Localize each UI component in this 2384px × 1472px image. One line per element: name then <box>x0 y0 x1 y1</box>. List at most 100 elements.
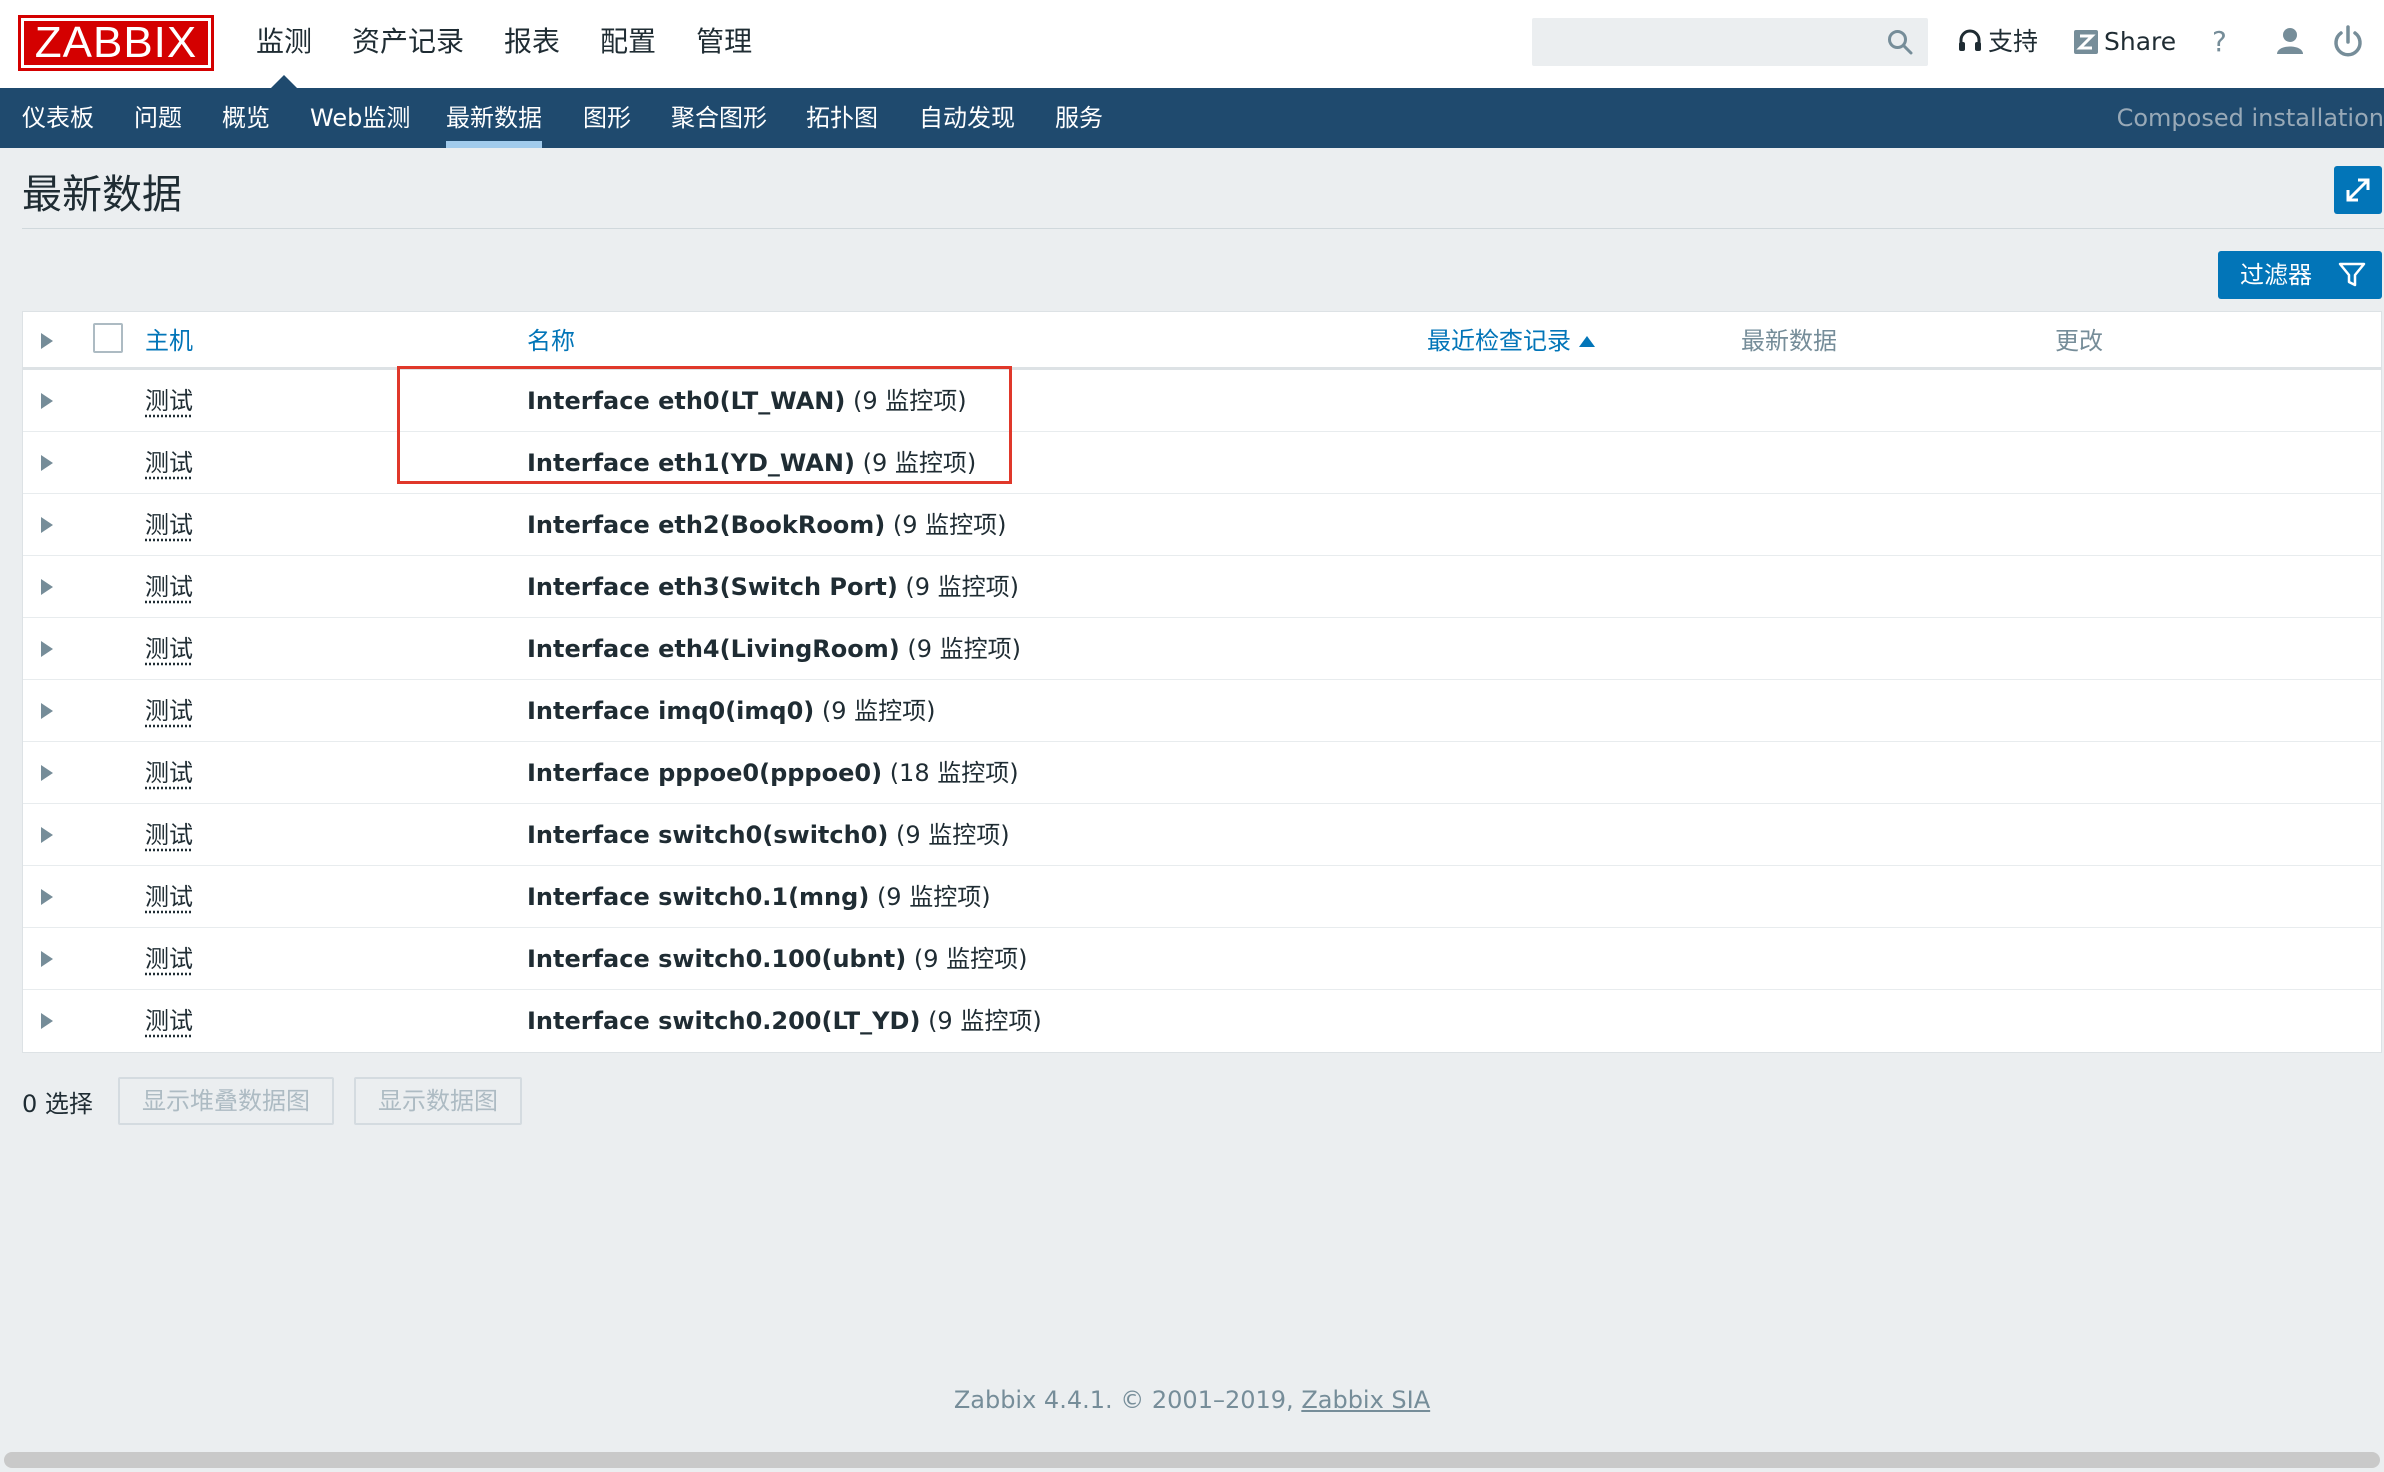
column-last-check-label: 最近检查记录 <box>1427 327 1571 355</box>
host-link[interactable]: 测试 <box>145 742 193 804</box>
table-row: 测试 Interface switch0.100(ubnt) (9 监控项) <box>23 928 2381 990</box>
tab-discovery[interactable]: 自动发现 <box>919 88 1015 148</box>
host-link[interactable]: 测试 <box>145 370 193 432</box>
support-link[interactable]: 支持 <box>1958 24 2038 60</box>
table-row: 测试 Interface eth2(BookRoom) (9 监控项) <box>23 494 2381 556</box>
application-name: Interface eth3(Switch Port) (9 监控项) <box>527 573 1020 601</box>
zabbix-logo[interactable]: ZABBIX <box>18 15 214 71</box>
selected-count: 0 选择 <box>22 1090 93 1118</box>
host-link[interactable]: 测试 <box>145 494 193 556</box>
filter-label: 过滤器 <box>2240 261 2312 289</box>
tab-latest-data[interactable]: 最新数据 <box>446 88 542 148</box>
tab-overview[interactable]: 概览 <box>222 88 270 148</box>
latest-data-table: 主机 名称 最近检查记录 最新数据 更改 测试 Interface eth0(L… <box>22 311 2382 1053</box>
search-input[interactable] <box>1533 19 1873 65</box>
application-name: Interface pppoe0(pppoe0) (18 监控项) <box>527 759 1019 787</box>
tab-screens[interactable]: 聚合图形 <box>671 88 767 148</box>
header-divider <box>22 228 2384 229</box>
expand-icon <box>2346 178 2370 202</box>
footer: Zabbix 4.4.1. © 2001–2019, Zabbix SIA <box>0 1386 2384 1414</box>
expand-row-toggle[interactable] <box>41 579 53 595</box>
host-link[interactable]: 测试 <box>145 556 193 618</box>
main-menu-monitoring[interactable]: 监测 <box>236 0 332 88</box>
highlight-annotation-box <box>397 366 1012 484</box>
main-menu-configuration[interactable]: 配置 <box>580 0 676 88</box>
expand-row-toggle[interactable] <box>41 1013 53 1029</box>
filter-button[interactable]: 过滤器 <box>2218 251 2382 299</box>
expand-row-toggle[interactable] <box>41 703 53 719</box>
host-link[interactable]: 测试 <box>145 928 193 990</box>
tab-services[interactable]: 服务 <box>1055 88 1103 148</box>
search-box <box>1532 18 1928 66</box>
expand-row-toggle[interactable] <box>41 641 53 657</box>
main-menu-administration[interactable]: 管理 <box>676 0 772 88</box>
support-label: 支持 <box>1988 27 2039 56</box>
table-row: 测试 Interface switch0.1(mng) (9 监控项) <box>23 866 2381 928</box>
table-row: 测试 Interface switch0.200(LT_YD) (9 监控项) <box>23 990 2381 1052</box>
headset-icon <box>1959 29 1981 51</box>
tab-graphs[interactable]: 图形 <box>583 88 631 148</box>
host-link[interactable]: 测试 <box>145 432 193 494</box>
show-graph-button[interactable]: 显示数据图 <box>354 1077 522 1125</box>
sub-menu-bar: 仪表板 问题 概览 Web监测 最新数据 图形 聚合图形 拓扑图 自动发现 服务… <box>0 88 2384 148</box>
show-stacked-graph-button[interactable]: 显示堆叠数据图 <box>118 1077 334 1125</box>
application-name: Interface switch0.100(ubnt) (9 监控项) <box>527 945 1028 973</box>
table-row: 测试 Interface imq0(imq0) (9 监控项) <box>23 680 2381 742</box>
filter-icon <box>2338 262 2366 287</box>
select-all-checkbox[interactable] <box>93 323 123 353</box>
column-host[interactable]: 主机 <box>145 312 193 370</box>
composed-installation-label: Composed installation <box>2116 104 2384 132</box>
host-link[interactable]: 测试 <box>145 804 193 866</box>
expand-row-toggle[interactable] <box>41 455 53 471</box>
help-icon[interactable]: ? <box>2212 24 2227 60</box>
expand-row-toggle[interactable] <box>41 889 53 905</box>
tab-web[interactable]: Web监测 <box>310 88 410 148</box>
table-row: 测试 Interface pppoe0(pppoe0) (18 监控项) <box>23 742 2381 804</box>
expand-row-toggle[interactable] <box>41 517 53 533</box>
application-name: Interface switch0(switch0) (9 监控项) <box>527 821 1010 849</box>
tab-dashboard[interactable]: 仪表板 <box>22 88 94 148</box>
column-name[interactable]: 名称 <box>527 312 575 370</box>
tab-problems[interactable]: 问题 <box>134 88 182 148</box>
host-link[interactable]: 测试 <box>145 680 193 742</box>
table-row: 测试 Interface eth0(LT_WAN) (9 监控项) <box>23 370 2381 432</box>
host-link[interactable]: 测试 <box>145 990 193 1052</box>
main-menu: 监测 资产记录 报表 配置 管理 <box>236 0 772 88</box>
share-link[interactable]: Share <box>2074 24 2176 60</box>
expand-row-toggle[interactable] <box>41 765 53 781</box>
zabbix-share-icon <box>2074 30 2098 54</box>
table-header: 主机 名称 最近检查记录 最新数据 更改 <box>23 312 2381 370</box>
column-last-check[interactable]: 最近检查记录 <box>1427 312 1595 370</box>
application-name: Interface switch0.200(LT_YD) (9 监控项) <box>527 1007 1042 1035</box>
application-name: Interface eth4(LivingRoom) (9 监控项) <box>527 635 1021 663</box>
footer-vendor-link[interactable]: Zabbix SIA <box>1301 1386 1430 1414</box>
footer-copyright: Zabbix 4.4.1. © 2001–2019, <box>953 1386 1294 1414</box>
horizontal-scrollbar[interactable] <box>4 1452 2380 1468</box>
table-row: 测试 Interface eth3(Switch Port) (9 监控项) <box>23 556 2381 618</box>
user-profile-icon[interactable] <box>2270 22 2310 62</box>
main-menu-reports[interactable]: 报表 <box>484 0 580 88</box>
application-name: Interface imq0(imq0) (9 监控项) <box>527 697 936 725</box>
table-row: 测试 Interface eth1(YD_WAN) (9 监控项) <box>23 432 2381 494</box>
application-name: Interface switch0.1(mng) (9 监控项) <box>527 883 991 911</box>
fullscreen-button[interactable] <box>2334 166 2382 214</box>
expand-all-toggle[interactable] <box>41 333 53 349</box>
main-menu-inventory[interactable]: 资产记录 <box>332 0 484 88</box>
host-link[interactable]: 测试 <box>145 866 193 928</box>
table-row: 测试 Interface eth4(LivingRoom) (9 监控项) <box>23 618 2381 680</box>
sort-asc-icon <box>1579 336 1595 347</box>
share-label: Share <box>2104 27 2177 56</box>
expand-row-toggle[interactable] <box>41 827 53 843</box>
page-title: 最新数据 <box>22 172 182 218</box>
tab-maps[interactable]: 拓扑图 <box>806 88 878 148</box>
column-last-value: 最新数据 <box>1741 327 1837 355</box>
search-icon[interactable] <box>1887 29 1913 55</box>
column-change: 更改 <box>2055 327 2103 355</box>
expand-row-toggle[interactable] <box>41 393 53 409</box>
application-name: Interface eth2(BookRoom) (9 监控项) <box>527 511 1007 539</box>
top-bar: ZABBIX 监测 资产记录 报表 配置 管理 支持 Share ? <box>0 0 2384 88</box>
table-row: 测试 Interface switch0(switch0) (9 监控项) <box>23 804 2381 866</box>
host-link[interactable]: 测试 <box>145 618 193 680</box>
expand-row-toggle[interactable] <box>41 951 53 967</box>
sign-out-icon[interactable] <box>2328 22 2368 62</box>
